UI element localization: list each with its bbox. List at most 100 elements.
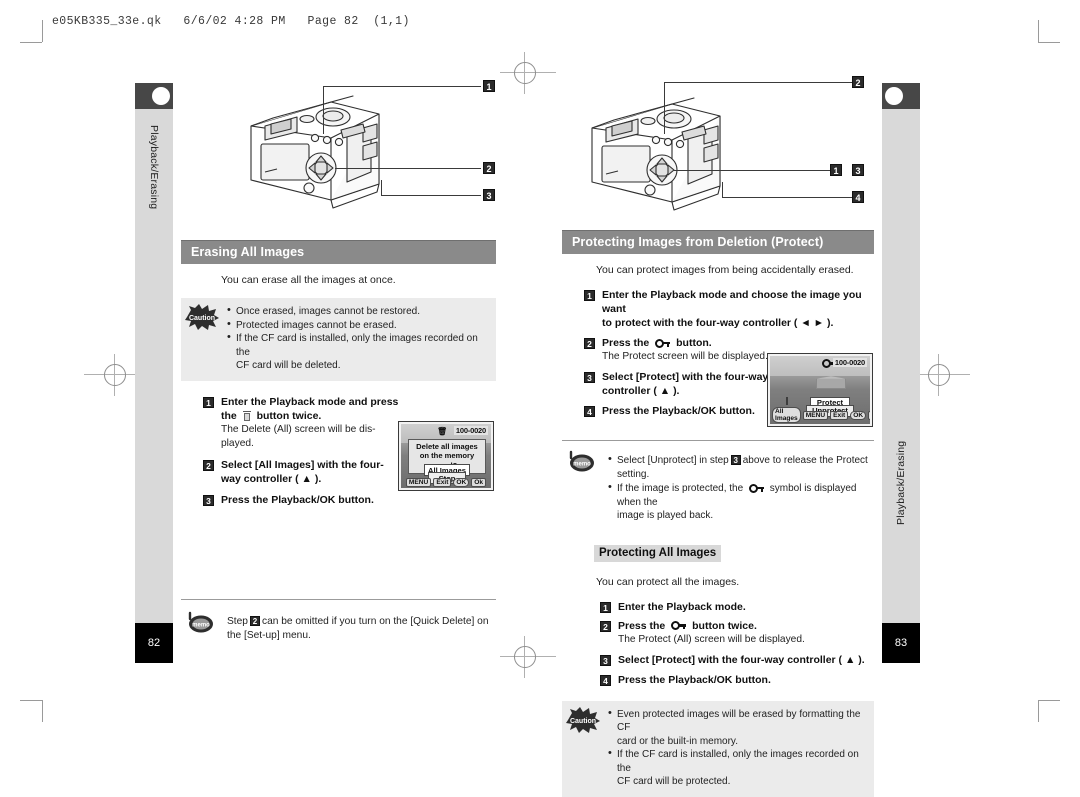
- memo-text: Step 2 can be omitted if you turn on the […: [227, 615, 492, 643]
- trash-icon: [242, 410, 251, 421]
- lcd-btn-ok: Ok: [471, 478, 487, 487]
- caution-item: card or the built-in memory.: [617, 735, 738, 747]
- step-body: Select [All Images] with the four- way c…: [221, 458, 403, 486]
- step-number: 2: [600, 620, 611, 632]
- step-text: to protect with the four-way controller …: [602, 317, 834, 329]
- step-number: 1: [203, 396, 214, 408]
- step-body: Enter the Playback mode.: [618, 600, 874, 614]
- registration-mark-top: [494, 52, 556, 94]
- step-body: Select [Protect] with the four-way contr…: [602, 370, 784, 398]
- memo-item1-before: Select [Unprotect] in step: [617, 455, 729, 466]
- step-number: 2: [584, 338, 595, 349]
- step-body: Enter the Playback mode and press the bu…: [221, 395, 403, 451]
- memo-icon: memo: [566, 449, 600, 475]
- callout-1: 1: [483, 80, 495, 92]
- key-icon: [655, 338, 671, 348]
- memo-icon-label: memo: [192, 622, 210, 628]
- step-text: controller ( ▲ ).: [602, 385, 680, 397]
- page-number-left: 82: [135, 623, 173, 663]
- leader-line-2b: [664, 82, 859, 83]
- leader-line-2: [664, 82, 665, 134]
- callout-4: 4: [852, 191, 864, 203]
- caution-icon-label: Caution: [189, 315, 215, 322]
- step-subtext: The Delete (All) screen will be dis-: [221, 423, 376, 435]
- lcd-btn-all-images: All Images: [772, 407, 801, 423]
- step-number: 3: [584, 372, 595, 383]
- steps-list-protect-all: 1 Enter the Playback mode. 2 Press the b…: [562, 600, 874, 687]
- callout-3: 3: [483, 189, 495, 201]
- thumb-tab-right: Playback/Erasing: [882, 83, 920, 623]
- caution-item: If the CF card is installed, only the im…: [227, 331, 486, 359]
- step-item: 1 Enter the Playback mode.: [600, 600, 874, 614]
- memo-block-right: memo Select [Unprotect] in step3above to…: [562, 447, 874, 531]
- step-subtext: The Protect screen will be displayed.: [602, 351, 768, 362]
- page-number-right: 83: [882, 623, 920, 663]
- step-item: 3 Select [Protect] with the four-way con…: [600, 653, 874, 667]
- step-subtext: The Protect (All) screen will be display…: [618, 633, 805, 645]
- leader-line-1b: [323, 86, 481, 87]
- step-text: Enter the Playback mode and press: [221, 395, 399, 408]
- step-text: Enter the Playback mode and choose the i…: [602, 289, 862, 315]
- step-text-part: the: [221, 409, 237, 422]
- step-item: 4 Press the Playback/OK button.: [584, 404, 784, 418]
- caution-icon: Caution: [566, 706, 600, 733]
- caution-block-right: Caution Even protected images will be er…: [562, 700, 874, 797]
- lcd-btn-exit: Exit: [830, 410, 849, 420]
- memo-icon-label: memo: [573, 462, 591, 468]
- page-right: Playback/Erasing 83 2 1 3 4 Protecting I…: [560, 60, 920, 797]
- callout-2: 2: [852, 76, 864, 88]
- prepress-file-header: e05KB335_33e.qk 6/6/02 4:28 PM Page 82 (…: [52, 15, 410, 28]
- step-number: 2: [203, 459, 214, 471]
- step-item: 4 Press the Playback/OK button.: [600, 673, 874, 687]
- section-lead-protect: You can protect images from being accide…: [596, 264, 854, 276]
- section-title-erasing: Erasing All Images: [181, 240, 496, 264]
- memo-item-2: If the image is protected, the symbol is…: [608, 481, 870, 509]
- caution-item: Even protected images will be erased by …: [608, 707, 864, 735]
- step-body: Press the Playback/OK button.: [602, 404, 784, 418]
- camera-figure-right: 2 1 3 4: [562, 68, 874, 233]
- leader-line-4b: [722, 182, 723, 197]
- step-number: 3: [203, 494, 214, 506]
- leader-line-1: [674, 170, 830, 171]
- step-item: 1 Enter the Playback mode and choose the…: [584, 288, 874, 330]
- step-text: Press the Playback/OK button.: [221, 493, 374, 506]
- manual-spread: e05KB335_33e.qk 6/6/02 4:28 PM Page 82 (…: [0, 0, 1080, 797]
- registration-mark-bottom: [494, 636, 556, 678]
- thumb-tab-label: Playback/Erasing: [148, 125, 160, 210]
- thumb-tab-left: Playback/Erasing: [135, 83, 173, 623]
- memo-step-ref: 3: [730, 455, 741, 466]
- leader-line-1: [323, 86, 324, 134]
- step-number: 1: [584, 290, 595, 301]
- step-text: Select [Protect] with the four-way: [602, 371, 769, 383]
- section-block-erasing: Erasing All Images You can erase all the…: [181, 240, 496, 651]
- section-title-protect: Protecting Images from Deletion (Protect…: [562, 230, 874, 254]
- subsection-lead: You can protect all the images.: [596, 575, 740, 588]
- step-text: Select [All Images] with the four-: [221, 458, 384, 471]
- step-item: 1 Enter the Playback mode and press the …: [203, 395, 403, 451]
- lcd-file-number: 100-0020: [453, 426, 488, 435]
- lcd-btn-menu: MENU: [802, 410, 829, 420]
- memo-item-1: Select [Unprotect] in step3above to rele…: [608, 453, 870, 481]
- leader-line-2: [335, 168, 481, 169]
- section-lead-erasing: You can erase all the images at once.: [221, 274, 396, 286]
- step-text-part: Press the: [618, 619, 666, 632]
- step-body: Press the button. The Protect screen wil…: [602, 336, 784, 364]
- camera-rear-illustration: [250, 95, 380, 209]
- trash-icon: 🗑: [437, 427, 448, 436]
- caution-text-box-left: Once erased, images cannot be restored. …: [181, 298, 496, 381]
- memo-item-2-line2: image is played back.: [617, 510, 714, 521]
- lcd-file-number: 100-0020: [832, 358, 867, 367]
- step-number: 3: [600, 654, 611, 666]
- caution-item: CF card will be protected.: [617, 776, 731, 787]
- thumb-tab-cap: [882, 83, 920, 109]
- step-body: Enter the Playback mode and choose the i…: [602, 288, 874, 330]
- lcd-dialog-line1: Delete all images: [416, 441, 478, 451]
- key-icon: [748, 483, 764, 493]
- lcd-btn-ok: Ok: [868, 410, 870, 420]
- subhead-wrap: Protecting All Images: [562, 543, 874, 562]
- camera-figure-left: 1 2 3: [181, 68, 496, 233]
- memo-text-after: can be omitted if you turn on the [Quick…: [227, 615, 489, 641]
- memo-text-box-right: Select [Unprotect] in step3above to rele…: [562, 447, 874, 531]
- caution-block-left: Caution Once erased, images cannot be re…: [181, 298, 496, 381]
- step-number: 1: [600, 601, 611, 613]
